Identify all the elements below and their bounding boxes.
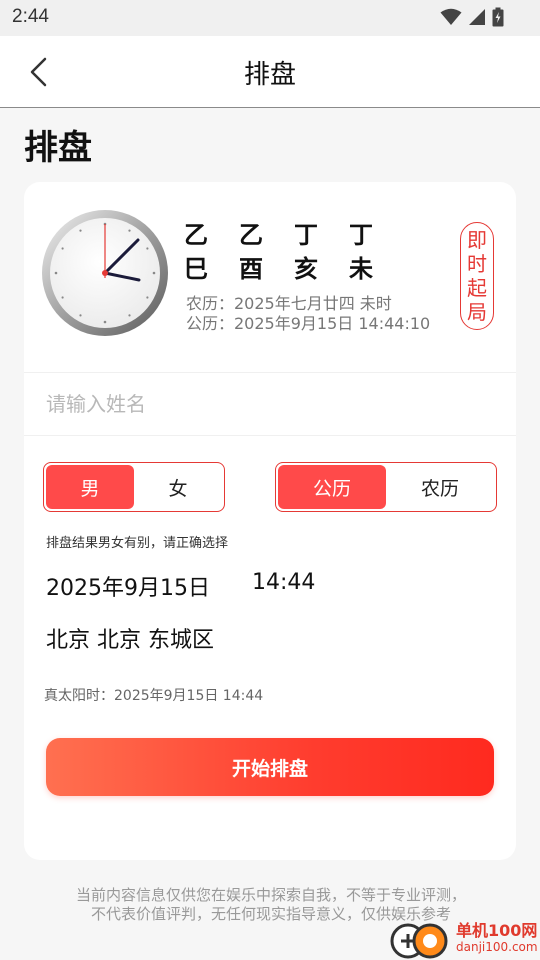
earthly-branches-row: 巳 酉 亥 未 bbox=[184, 252, 404, 286]
status-icons bbox=[440, 7, 504, 27]
watermark-logo bbox=[390, 923, 448, 959]
branch-month: 酉 bbox=[239, 255, 263, 283]
status-bar: 2:44 bbox=[0, 0, 540, 36]
nav-title: 排盘 bbox=[243, 60, 296, 90]
name-input[interactable] bbox=[46, 386, 486, 422]
stem-month: 乙 bbox=[239, 221, 263, 249]
divider bbox=[24, 372, 516, 373]
stem-hour: 丁 bbox=[349, 221, 373, 249]
start-paipan-button[interactable]: 开始排盘 bbox=[46, 738, 494, 796]
watermark-cn: 单机100网 bbox=[456, 921, 538, 940]
birth-time-picker[interactable]: 14:44 bbox=[252, 570, 315, 602]
lunar-date: 农历：2025年七月廿四 未时 bbox=[186, 294, 392, 313]
true-solar-time: 真太阳时：2025年9月15日 14:44 bbox=[44, 688, 264, 704]
birth-date-picker[interactable]: 2025年9月15日 bbox=[46, 570, 252, 602]
birth-location-picker[interactable]: 北京 北京 东城区 bbox=[46, 622, 214, 654]
clock-icon bbox=[42, 210, 168, 336]
date-info: 农历：2025年七月廿四 未时 公历：2025年9月15日 14:44:10 bbox=[186, 294, 430, 334]
signal-icon bbox=[469, 9, 485, 25]
divider bbox=[24, 435, 516, 436]
nav-bar: 排盘 bbox=[0, 36, 540, 108]
watermark-text: 单机100网 danji100.com bbox=[456, 923, 538, 955]
instant-char: 起 bbox=[467, 276, 487, 300]
branch-year: 巳 bbox=[184, 255, 208, 283]
wifi-icon bbox=[440, 8, 462, 25]
gender-female-option[interactable]: 女 bbox=[134, 465, 222, 509]
branch-hour: 未 bbox=[349, 255, 373, 283]
status-time: 2:44 bbox=[12, 6, 49, 27]
gender-toggle: 男 女 bbox=[43, 462, 225, 512]
instant-char: 即 bbox=[467, 228, 487, 252]
heavenly-stems-row: 乙 乙 丁 丁 bbox=[184, 218, 404, 252]
stem-year: 乙 bbox=[184, 221, 208, 249]
site-watermark: 单机100网 danji100.com bbox=[388, 918, 538, 960]
instant-char: 时 bbox=[467, 252, 487, 276]
bazi-pillars: 乙 乙 丁 丁 巳 酉 亥 未 bbox=[184, 218, 404, 286]
gender-male-option[interactable]: 男 bbox=[46, 465, 134, 509]
branch-day: 亥 bbox=[294, 255, 318, 283]
instant-char: 局 bbox=[467, 300, 487, 324]
paipan-card: 乙 乙 丁 丁 巳 酉 亥 未 农历：2025年七月廿四 未时 公历：2025年… bbox=[24, 182, 516, 860]
gender-hint: 排盘结果男女有别，请正确选择 bbox=[46, 536, 229, 551]
solar-date: 公历：2025年9月15日 14:44:10 bbox=[186, 314, 431, 333]
battery-icon bbox=[492, 7, 504, 27]
calendar-toggle: 公历 农历 bbox=[275, 462, 497, 512]
calendar-solar-option[interactable]: 公历 bbox=[278, 465, 386, 509]
watermark-en: danji100.com bbox=[456, 940, 538, 954]
birth-datetime: 2025年9月15日 14:44 bbox=[46, 570, 315, 602]
instant-start-button[interactable]: 即 时 起 局 bbox=[460, 222, 494, 330]
calendar-lunar-option[interactable]: 农历 bbox=[386, 465, 494, 509]
stem-day: 丁 bbox=[294, 221, 318, 249]
page-heading: 排盘 bbox=[24, 128, 92, 168]
